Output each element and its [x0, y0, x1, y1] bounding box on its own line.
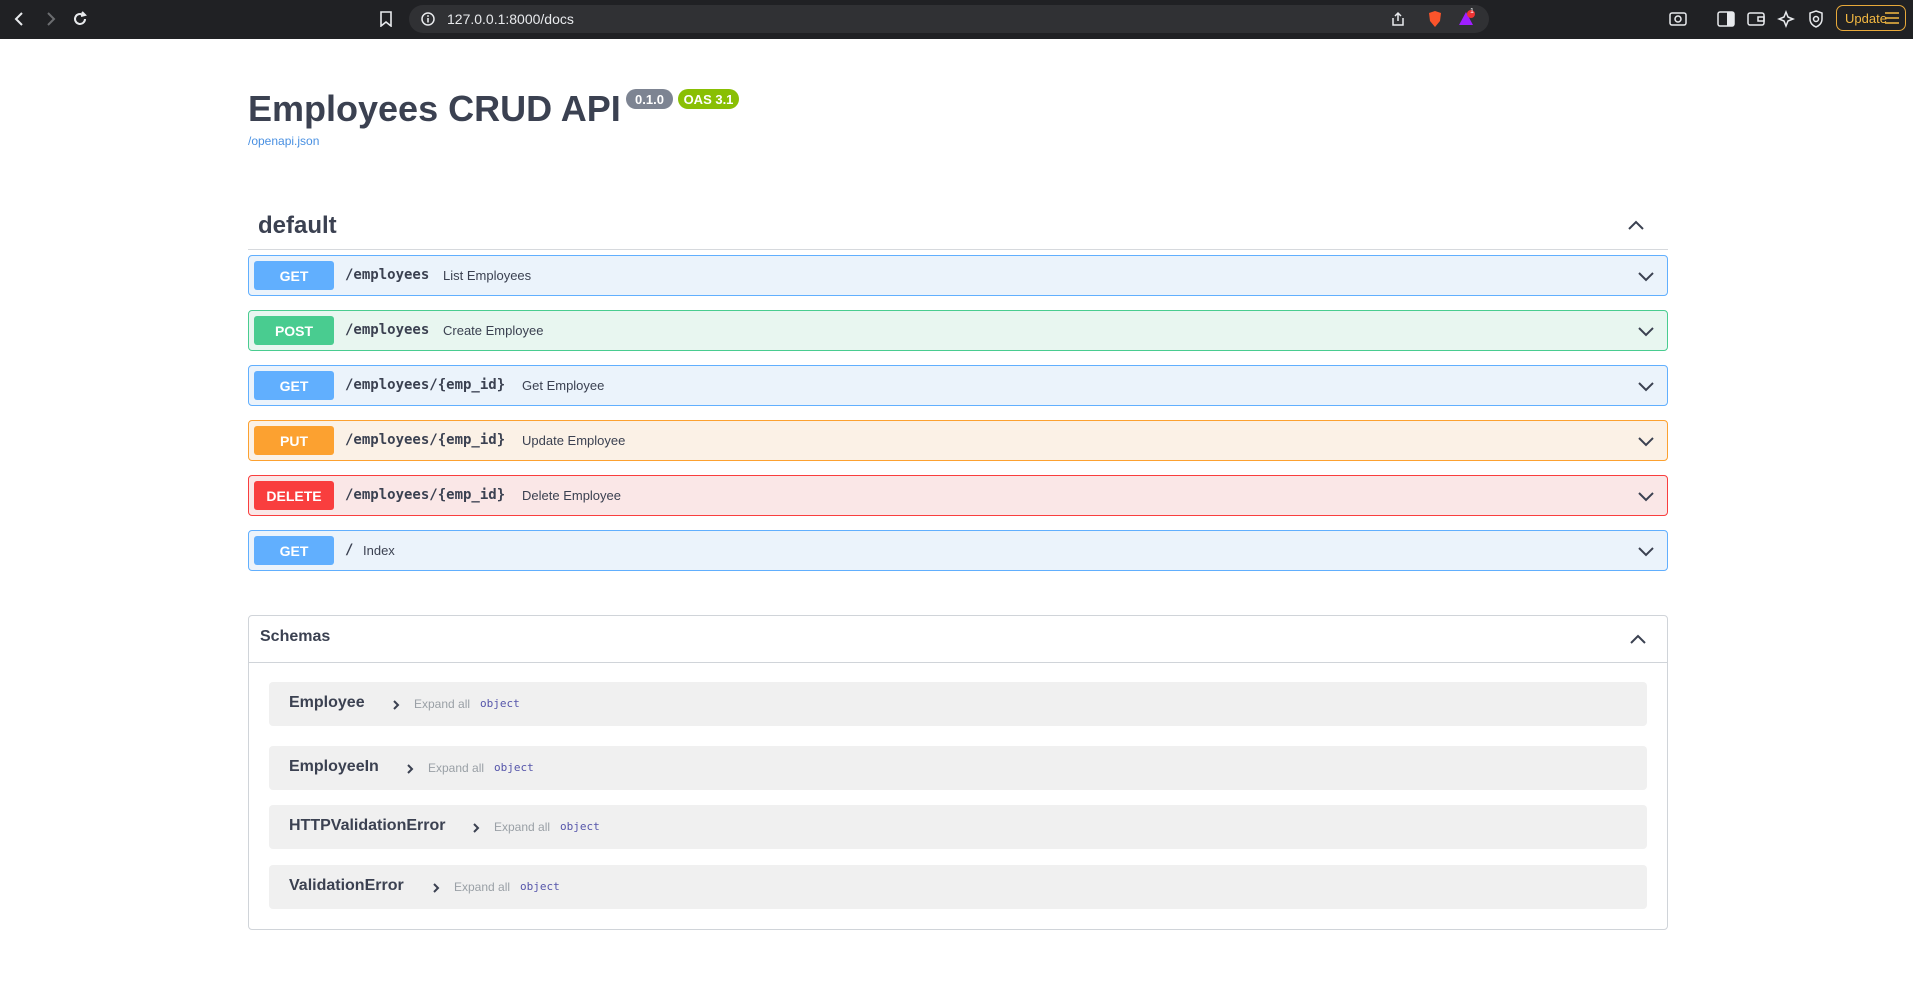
operation-summary: Create Employee: [443, 323, 544, 338]
operation-post-employees[interactable]: POST /employees Create Employee: [248, 310, 1668, 351]
update-button[interactable]: Update: [1836, 5, 1906, 31]
expand-all-link[interactable]: Expand all: [494, 820, 550, 834]
reload-icon[interactable]: [68, 7, 92, 31]
schema-name: ValidationError: [289, 877, 404, 894]
wallet-icon[interactable]: [1744, 7, 1768, 31]
vpn-shield-icon[interactable]: [1804, 7, 1828, 31]
sidebar-icon[interactable]: [1714, 7, 1738, 31]
chevron-up-icon[interactable]: [1624, 214, 1648, 238]
tag-name: default: [258, 212, 337, 239]
zoom-icon[interactable]: [1666, 7, 1690, 31]
operation-summary: List Employees: [443, 268, 532, 283]
tag-section-default[interactable]: default: [248, 200, 1668, 250]
operation-summary: Get Employee: [522, 378, 605, 393]
expand-all-link[interactable]: Expand all: [428, 761, 484, 775]
schema-type: object: [520, 880, 560, 893]
bookmark-icon[interactable]: [374, 7, 398, 31]
operation-put-employee[interactable]: PUT /employees/{emp_id} Update Employee: [248, 420, 1668, 461]
operation-path: /employees/{emp_id}: [345, 377, 506, 393]
chevron-right-icon[interactable]: [470, 821, 482, 833]
schema-type: object: [560, 820, 600, 833]
url-text: 127.0.0.1:8000/docs: [447, 11, 574, 27]
schema-employeein[interactable]: EmployeeIn Expand all object: [269, 746, 1647, 790]
schemas-title: Schemas: [260, 628, 331, 645]
menu-icon: [1885, 12, 1899, 27]
api-title: Employees CRUD API: [248, 88, 621, 129]
operation-summary: Update Employee: [522, 433, 626, 448]
operation-path: /employees: [345, 322, 430, 338]
chevron-right-icon[interactable]: [404, 762, 416, 774]
expand-all-link[interactable]: Expand all: [454, 880, 510, 894]
method-badge: DELETE: [254, 481, 334, 510]
operation-get-index[interactable]: GET / Index: [248, 530, 1668, 571]
schema-type: object: [480, 697, 520, 710]
brave-shields-icon[interactable]: [1427, 10, 1443, 33]
schema-name: HTTPValidationError: [289, 817, 446, 834]
browser-toolbar: 127.0.0.1:8000/docs 1 Update: [0, 0, 1913, 39]
back-icon[interactable]: [8, 7, 32, 31]
method-badge: GET: [254, 371, 334, 400]
schema-type: object: [494, 761, 534, 774]
operation-get-employees[interactable]: GET /employees List Employees: [248, 255, 1668, 296]
share-icon[interactable]: [1390, 11, 1406, 32]
operation-get-employee[interactable]: GET /employees/{emp_id} Get Employee: [248, 365, 1668, 406]
openapi-json-link[interactable]: /openapi.json: [248, 134, 319, 148]
operation-summary: Index: [363, 543, 395, 558]
schema-name: EmployeeIn: [289, 758, 379, 775]
operation-path: /employees/{emp_id}: [345, 487, 506, 503]
chevron-up-icon[interactable]: [1627, 628, 1649, 650]
chevron-down-icon[interactable]: [1635, 485, 1657, 507]
schema-name: Employee: [289, 694, 365, 711]
address-bar[interactable]: 127.0.0.1:8000/docs 1: [409, 5, 1489, 33]
site-info-icon[interactable]: [421, 12, 435, 31]
schemas-section: Schemas Employee Expand all object Emplo…: [248, 615, 1668, 930]
method-badge: POST: [254, 316, 334, 345]
chevron-right-icon[interactable]: [390, 698, 402, 710]
version-badge: 0.1.0: [626, 89, 673, 109]
chevron-down-icon[interactable]: [1635, 540, 1657, 562]
operation-summary: Delete Employee: [522, 488, 621, 503]
schema-validationerror[interactable]: ValidationError Expand all object: [269, 865, 1647, 909]
chevron-down-icon[interactable]: [1635, 375, 1657, 397]
forward-icon[interactable]: [38, 7, 62, 31]
chevron-down-icon[interactable]: [1635, 430, 1657, 452]
method-badge: GET: [254, 261, 334, 290]
operation-delete-employee[interactable]: DELETE /employees/{emp_id} Delete Employ…: [248, 475, 1668, 516]
chevron-down-icon[interactable]: [1635, 320, 1657, 342]
schemas-header[interactable]: Schemas: [249, 616, 1667, 663]
update-label: Update: [1845, 10, 1887, 26]
operation-path: /employees: [345, 267, 430, 283]
expand-all-link[interactable]: Expand all: [414, 697, 470, 711]
leo-ai-icon[interactable]: [1774, 7, 1798, 31]
notification-count: 1: [1470, 8, 1474, 15]
chevron-right-icon[interactable]: [430, 881, 442, 893]
schema-employee[interactable]: Employee Expand all object: [269, 682, 1647, 726]
method-badge: GET: [254, 536, 334, 565]
method-badge: PUT: [254, 426, 334, 455]
schema-httpvalidationerror[interactable]: HTTPValidationError Expand all object: [269, 805, 1647, 849]
oas-badge: OAS 3.1: [678, 89, 739, 109]
chevron-down-icon[interactable]: [1635, 265, 1657, 287]
operation-path: /employees/{emp_id}: [345, 432, 506, 448]
operation-path: /: [345, 542, 354, 558]
